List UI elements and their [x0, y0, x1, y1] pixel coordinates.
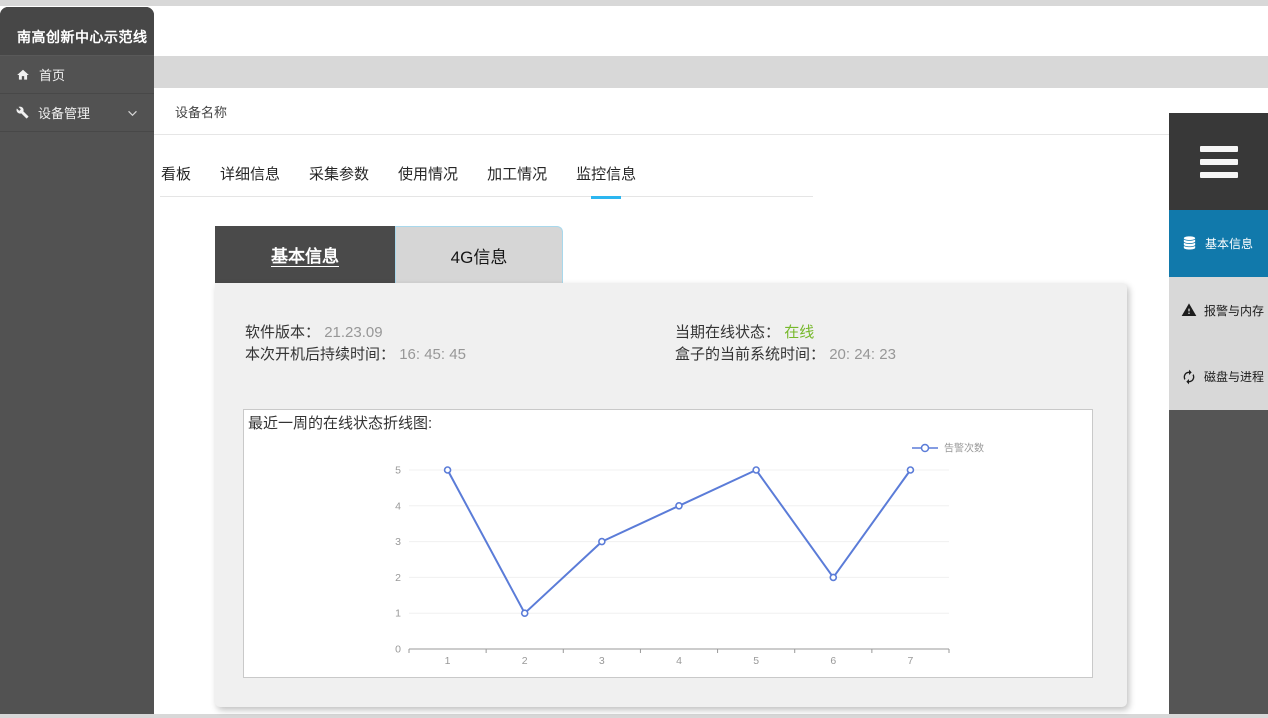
database-icon [1181, 235, 1198, 252]
sidebar-item-label: 首页 [39, 65, 65, 84]
tab-bar: 看板 详细信息 采集参数 使用情况 加工情况 监控信息 [160, 151, 813, 197]
top-strip [0, 0, 1268, 6]
left-sidebar: 南高创新中心示范线 首页 设备管理 [0, 7, 154, 714]
wrench-icon [16, 106, 29, 119]
svg-text:4: 4 [676, 655, 682, 667]
svg-text:6: 6 [830, 655, 836, 667]
subtab-basic-info[interactable]: 基本信息 [215, 226, 395, 283]
sidebar-item-label: 设备管理 [38, 103, 90, 122]
tab-processing[interactable]: 加工情况 [486, 150, 548, 197]
refresh-icon [1181, 369, 1197, 385]
tab-details[interactable]: 详细信息 [219, 150, 281, 197]
online-status-chart-box: 最近一周的在线状态折线图: 0 1 2 3 4 5 1 2 3 4 5 6 7 告警次数 [243, 409, 1093, 678]
hamburger-icon [1200, 159, 1238, 165]
online-status-line-chart: 0 1 2 3 4 5 1 2 3 4 5 6 7 告警次数 [244, 434, 1090, 674]
svg-text:3: 3 [395, 536, 401, 548]
right-nav-alarm-memory[interactable]: 报警与内存 [1169, 277, 1268, 343]
info-system-time: 盒子的当前系统时间： 20: 24: 23 [675, 343, 1127, 365]
svg-text:2: 2 [395, 572, 401, 584]
svg-text:0: 0 [395, 644, 401, 656]
subtab-bar: 基本信息 4G信息 [215, 226, 563, 283]
svg-text:2: 2 [522, 655, 528, 667]
hamburger-icon [1200, 172, 1238, 178]
svg-text:4: 4 [395, 500, 401, 512]
menu-toggle-button[interactable] [1169, 113, 1268, 210]
device-name-label: 设备名称 [175, 105, 227, 120]
header-gray-band [0, 56, 1268, 88]
app-title: 南高创新中心示范线 [0, 7, 154, 56]
subtab-4g-info[interactable]: 4G信息 [395, 226, 563, 283]
right-nav-basic-info[interactable]: 基本信息 [1169, 210, 1268, 277]
tab-monitoring[interactable]: 监控信息 [575, 150, 637, 197]
svg-text:1: 1 [395, 608, 401, 620]
right-nav-disk-process[interactable]: 磁盘与进程 [1169, 343, 1268, 410]
info-software-version: 软件版本： 21.23.09 [245, 321, 675, 343]
right-sidebar: 基本信息 报警与内存 磁盘与进程 [1169, 113, 1268, 714]
svg-text:3: 3 [599, 655, 605, 667]
svg-text:5: 5 [395, 465, 401, 477]
tab-usage[interactable]: 使用情况 [397, 150, 459, 197]
svg-text:7: 7 [908, 655, 914, 667]
chevron-down-icon[interactable] [127, 110, 138, 117]
hamburger-icon [1200, 146, 1238, 152]
right-sidebar-filler [1169, 410, 1268, 714]
warning-icon [1181, 302, 1197, 318]
right-nav-label: 磁盘与进程 [1204, 368, 1264, 385]
basic-info-panel: 软件版本： 21.23.09 本次开机后持续时间： 16: 45: 45 当期在… [215, 283, 1127, 707]
device-info-grid: 软件版本： 21.23.09 本次开机后持续时间： 16: 45: 45 当期在… [245, 321, 1127, 365]
sidebar-item-home[interactable]: 首页 [0, 56, 154, 94]
chart-title: 最近一周的在线状态折线图: [244, 410, 1092, 434]
status-badge: 在线 [784, 324, 814, 341]
svg-text:告警次数: 告警次数 [944, 442, 984, 455]
tab-collection-params[interactable]: 采集参数 [308, 150, 370, 197]
home-icon [16, 68, 30, 82]
device-name-row: 设备名称 [154, 88, 1268, 135]
bottom-strip [0, 714, 1268, 718]
svg-text:1: 1 [445, 655, 451, 667]
right-nav-label: 报警与内存 [1204, 302, 1264, 319]
info-online-status: 当期在线状态： 在线 [675, 321, 1127, 343]
sidebar-item-device-management[interactable]: 设备管理 [0, 94, 154, 132]
right-nav-label: 基本信息 [1205, 235, 1253, 252]
tab-kanban[interactable]: 看板 [160, 150, 192, 197]
svg-text:5: 5 [753, 655, 759, 667]
info-uptime: 本次开机后持续时间： 16: 45: 45 [245, 343, 675, 365]
active-tab-underline [591, 196, 621, 199]
